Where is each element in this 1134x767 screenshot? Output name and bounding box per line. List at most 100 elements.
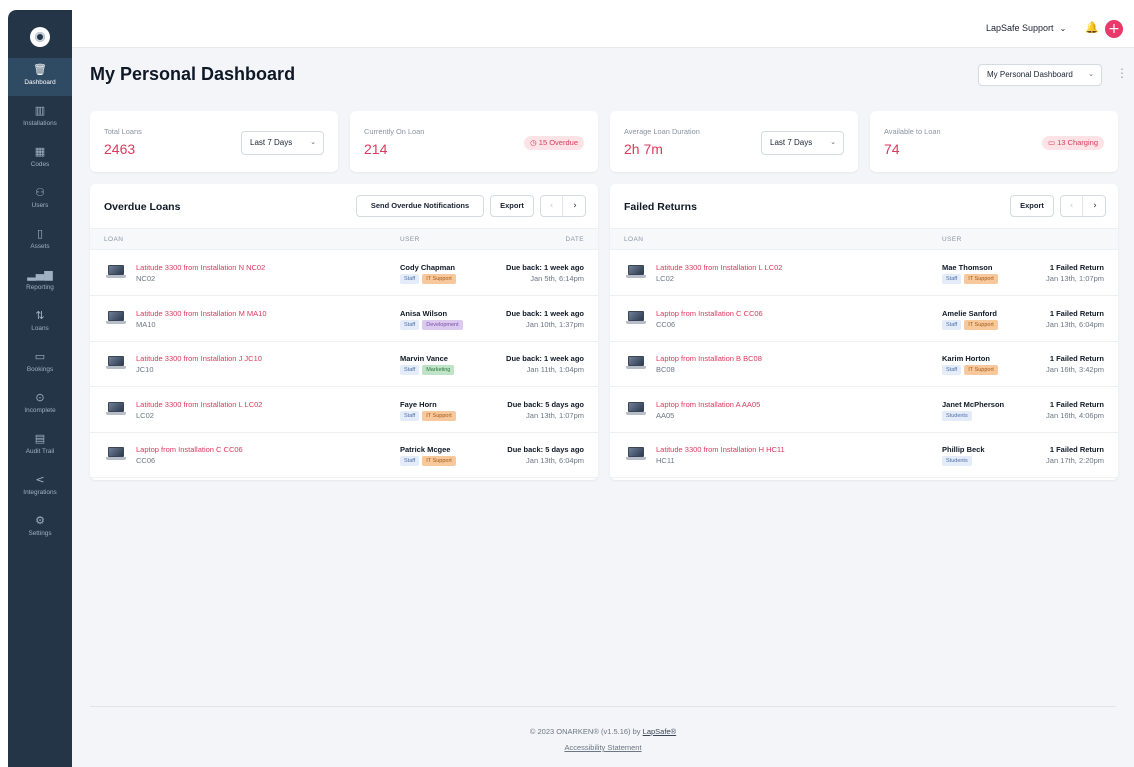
prev-page-button[interactable]: ‹	[1061, 196, 1083, 216]
due-status: Due back: 1 week ago	[506, 354, 584, 363]
accessibility-statement-link[interactable]: Accessibility Statement	[72, 743, 1134, 752]
app-logo[interactable]	[30, 27, 50, 47]
due-status: Due back: 5 days ago	[507, 445, 584, 454]
user-tag: Staff	[400, 365, 420, 375]
due-status: Due back: 1 week ago	[506, 308, 584, 318]
loan-title-link[interactable]: Laptop from Installation B BC08	[656, 354, 762, 363]
laptop-screen	[628, 401, 644, 412]
dashboard-select[interactable]: My Personal Dashboard ⌄	[978, 64, 1102, 86]
loan-title-link[interactable]: Latitude 3300 from Installation H HC11	[656, 445, 785, 454]
table-row[interactable]: Latitude 3300 from Installation J JC10 JC…	[90, 342, 598, 387]
laptop-icon	[626, 401, 646, 416]
table-row[interactable]: Laptop from Installation C CC06 CC06 Patri…	[90, 433, 598, 478]
loan-title-link[interactable]: Latitude 3300 from Installation M MA10	[136, 309, 267, 318]
user-tag: IT Support	[422, 410, 456, 421]
lapsafe-link[interactable]: LapSafe®	[643, 727, 676, 736]
status-badge: ◷ 15 Overdue	[524, 136, 584, 150]
pagination: ‹ ›	[540, 195, 586, 217]
sidebar-item-codes[interactable]: ▦ Codes	[8, 140, 72, 178]
add-button[interactable]: +	[1105, 20, 1123, 38]
user-name[interactable]: Phillip Beck	[942, 445, 985, 454]
laptop-icon	[626, 265, 646, 279]
laptop-base	[626, 275, 646, 278]
laptop-screen	[108, 310, 124, 321]
due-status: 1 Failed Return	[1049, 354, 1104, 363]
laptop-screen	[628, 265, 644, 275]
loan-title-link[interactable]: Laptop from Installation C CC06	[136, 445, 243, 454]
loan-title-link[interactable]: Latitude 3300 from Installation L LC02	[656, 263, 782, 272]
table-row[interactable]: Laptop from Installation A AA05 AA05 Janet…	[610, 388, 1118, 433]
loan-title-link[interactable]: Latitude 3300 from Installation J JC10	[136, 354, 262, 363]
table-row[interactable]: Latitude 3300 from Installation H HC11 HC…	[610, 433, 1118, 478]
next-page-button[interactable]: ›	[564, 196, 586, 216]
sidebar-item-users[interactable]: ⚇ Users	[8, 181, 72, 219]
loan-title-link[interactable]: Laptop from Installation C CC06	[656, 309, 763, 318]
export-button[interactable]: Export	[490, 195, 534, 217]
user-tag: IT Support	[964, 365, 998, 375]
loan-code: LC02	[136, 410, 154, 420]
sidebar-item-settings[interactable]: ⚙ Settings	[8, 509, 72, 547]
user-name[interactable]: Marvin Vance	[400, 354, 448, 363]
laptop-icon	[626, 310, 646, 325]
sidebar-item-reporting[interactable]: ▂▄▆ Reporting	[8, 263, 72, 301]
loan-title-link[interactable]: Laptop from Installation A AA05	[656, 400, 760, 409]
app-frame: 🗑 Dashboard ▥ Installations ▦ Codes ⚇ Users ▯ Ass…	[8, 10, 1134, 767]
column-header-date: DATE	[565, 236, 584, 243]
integrations-icon: <	[35, 473, 45, 486]
chevron-down-icon: ⌄	[1088, 71, 1094, 78]
sidebar: 🗑 Dashboard ▥ Installations ▦ Codes ⚇ Users ▯ Ass…	[8, 10, 72, 767]
export-button[interactable]: Export	[1010, 195, 1054, 217]
stat-value: 214	[364, 141, 388, 157]
laptop-icon	[106, 447, 126, 461]
column-header-loan: LOAN	[104, 236, 124, 243]
date-range-select[interactable]: Last 7 Days ⌄	[761, 131, 844, 155]
sidebar-item-incomplete[interactable]: ⊙ Incomplete	[8, 386, 72, 424]
user-name[interactable]: Mae Thomson	[942, 263, 992, 272]
table-row[interactable]: Laptop from Installation B BC08 BC08 Karim…	[610, 342, 1118, 387]
table-row[interactable]: Latitude 3300 from Installation L LC02 LC…	[90, 388, 598, 433]
user-name[interactable]: Anisa Wilson	[400, 309, 447, 318]
user-name[interactable]: Amelie Sanford	[942, 309, 997, 318]
bell-icon[interactable]: 🔔	[1085, 21, 1099, 34]
laptop-icon	[106, 356, 126, 370]
sidebar-item-installations[interactable]: ▥ Installations	[8, 99, 72, 137]
laptop-screen	[628, 447, 644, 457]
user-name[interactable]: Karim Horton	[942, 354, 990, 363]
sidebar-item-bookings[interactable]: ▭ Bookings	[8, 345, 72, 383]
sidebar-item-dashboard[interactable]: 🗑 Dashboard	[8, 58, 72, 96]
user-tag: Staff	[400, 456, 420, 466]
sidebar-item-label: Users	[31, 202, 49, 209]
table-row[interactable]: Latitude 3300 from Installation N NC02 NC…	[90, 251, 598, 296]
next-page-button[interactable]: ›	[1084, 196, 1106, 216]
date-range-select[interactable]: Last 7 Days ⌄	[241, 131, 324, 155]
table-row[interactable]: Latitude 3300 from Installation M MA10 MA…	[90, 297, 598, 342]
user-name[interactable]: Janet McPherson	[942, 400, 1004, 409]
laptop-base	[106, 320, 126, 324]
sidebar-item-assets[interactable]: ▯ Assets	[8, 222, 72, 260]
table-row[interactable]: Latitude 3300 from Installation L LC02 LC…	[610, 251, 1118, 296]
date-range-value: Last 7 Days	[250, 138, 293, 147]
laptop-base	[626, 366, 646, 369]
user-tags: Staff Development	[400, 319, 466, 330]
loan-title-link[interactable]: Latitude 3300 from Installation L LC02	[136, 400, 262, 409]
sidebar-item-integrations[interactable]: < Integrations	[8, 468, 72, 506]
stat-label: Average Loan Duration	[624, 127, 700, 136]
user-name[interactable]: Cody Chapman	[400, 263, 455, 272]
sidebar-item-loans[interactable]: ⇅ Loans	[8, 304, 72, 342]
loan-title-link[interactable]: Latitude 3300 from Installation N NC02	[136, 263, 265, 272]
table-row[interactable]: Laptop from Installation C CC06 CC06 Ameli…	[610, 297, 1118, 342]
sidebar-item-audit-trail[interactable]: ▤ Audit Trail	[8, 427, 72, 465]
sidebar-item-label: Assets	[30, 243, 50, 250]
user-name[interactable]: Patrick Mcgee	[400, 445, 450, 454]
stat-label: Currently On Loan	[364, 127, 425, 136]
due-status: Due back: 1 week ago	[506, 263, 584, 272]
user-name[interactable]: Faye Horn	[400, 400, 437, 409]
prev-page-button[interactable]: ‹	[541, 196, 563, 216]
laptop-screen	[108, 356, 124, 366]
send-overdue-notifications-button[interactable]: Send Overdue Notifications	[356, 195, 484, 217]
due-status: 1 Failed Return	[1049, 308, 1104, 318]
user-menu[interactable]: LapSafe Support ⌄	[986, 23, 1066, 33]
more-options-icon[interactable]: ⋮	[1116, 66, 1128, 80]
laptop-screen	[628, 356, 644, 366]
settings-icon: ⚙	[35, 514, 45, 527]
